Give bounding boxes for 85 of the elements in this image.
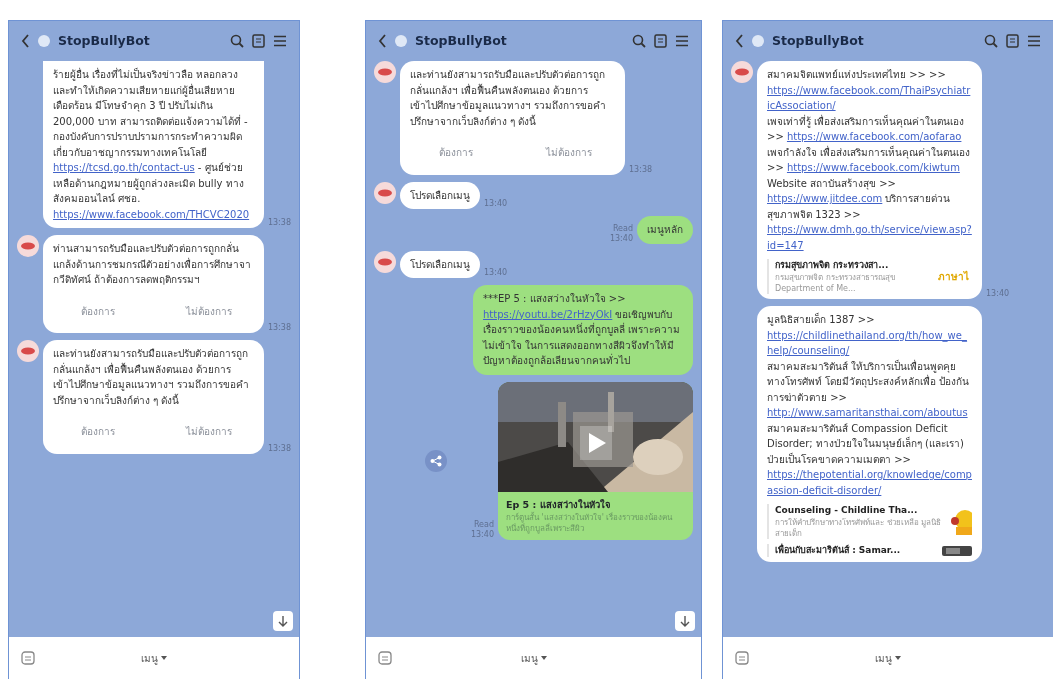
message-time: 13:40 [484,268,508,278]
notes-icon[interactable] [252,34,265,48]
preview-description: การให้คำปรึกษาทางโทรศัพท์และ ช่วยเหลือ มูลนิธิสายเด็ก [775,517,943,539]
search-icon[interactable] [984,34,998,48]
keyboard-icon[interactable] [21,651,35,665]
video-card[interactable]: Ep 5 : แสงสว่างในหัวใจ การ์ตูนสั้น 'แสงสว่างในหัวใจ' เรื่องราวของน้องคนหนึ่งที่ถูกบูลลี่เพราะสีผิว [498,381,693,540]
link[interactable]: https://www.dmh.go.th/service/view.asp?id=147 [767,222,972,253]
preview-thumbnail: ภาษาไ [938,269,970,284]
avatar-icon [38,35,50,47]
message-time: 13:40 [986,289,1010,299]
message-text: ท่านสามารถรับมือและปรับตัวต่อการถูกกลั่นแกล้งด้านการชมกรณีตัวอย่างเพื่อการศึกษาจากวีดิทัศน์ ถ้าต้องการลดพฤติกรรมฯ [52,240,252,287]
avatar-icon [395,35,407,47]
reply-button[interactable]: ต้องการ [400,141,513,165]
caret-icon [540,656,547,660]
reply-button[interactable]: ต้องการ [43,299,154,323]
read-receipt: Read [611,223,633,234]
reply-button[interactable]: ไม่ต้องการ [153,299,264,323]
video-title: Ep 5 : แสงสว่างในหัวใจ [505,497,612,512]
video-description: การ์ตูนสั้น 'แสงสว่างในหัวใจ' เรื่องราวของน้องคนหนึ่งที่ถูกบูลลี่เพราะสีผิว [505,511,674,536]
menu-icon[interactable] [675,35,689,47]
preview-title: เพื่อนกับสะมาริตันส์ : Samar... [775,544,902,557]
keyboard-icon[interactable] [735,651,749,665]
link[interactable]: http://www.samaritansthai.com/aboutus [767,405,968,421]
link[interactable]: https://youtu.be/2rHzyOkI [483,306,613,322]
notes-icon[interactable] [654,34,667,48]
chat-title: StopBullyBot [415,31,508,50]
caret-icon [161,656,167,660]
back-icon[interactable] [735,34,744,48]
link[interactable]: https://www.facebook.com/aofarao [786,129,962,145]
keyboard-icon[interactable] [378,651,392,665]
message-time: 13:38 [267,443,291,454]
caret-icon [895,656,901,660]
link-preview[interactable]: เพื่อนกับสะมาริตันส์ : Samar... [767,544,972,557]
search-icon[interactable] [230,34,244,48]
scroll-down-button[interactable] [675,611,695,631]
link-preview[interactable]: กรมสุขภาพจิต กระทรวงสา... กรมสุขภาพจิต กระทรวงสาธารณสุข Department of Me... ภาษาไ [767,259,972,294]
message-text: มูลนิธิสายเด็ก 1387 >> https://childlinethailand.org/th/how_we_help/counseling/ สมาคมสะมาริตันส์ ให้บริการเป็นเพื่อนพูดคุยทางโทรศัพท์ โดยมีวัตถุประสงค์หลักเพื่อ ป้องกันการฆ่าตัวตาย >> http://www.samaritansthai.com/aboutus สมาคมสะมาริตันส์ Compassion Deficit Disorder; ทางป่วยใจในมนุษย์เล็กๆ (และเรา) ป่วยเป็นโรคขาดความเมตตา >> https://thepotential.org/knowledge/compassion-deficit-disorder/ [766,311,973,500]
message-text: สมาคมจิตแพทย์แห่งประเทศไทย >> >> https://www.facebook.com/ThaiPsychiatricAssociation/ เพจเท่าที่รู้ เพื่อส่งเสริมการเห็นคุณค่าในตนเอง >> https://www.facebook.com/aofarao เพจกำลังใจ เพื่อส่งเสริมการเห็นคุณค่าในตนเอง >> https://www.facebook.com/kiwtum Website สถาบันสร้างสุข >> https://www.jitdee.com บริการสายด่วนสุขภาพจิต 1323 >> https://www.dmh.go.th/service/view.asp?id=147 [766,68,973,255]
read-receipt: Read [472,519,494,530]
message-text: และท่านยังสามารถรับมือและปรับตัวต่อการถูกกลั่นแกล้งฯ เพื่อฟื้นคืนพลังตนเอง ด้วยการเข้าไปศึกษาข้อมูลแนวทางฯ รวมถึงการขอคำปรึกษาจากเว็บลิงก์ต่าง ๆ ดังนี้ [409,68,608,129]
message-time: 13:38 [629,164,653,175]
link[interactable]: https://childlinethailand.org/th/how_we_help/counseling/ [767,327,972,359]
play-icon[interactable] [580,425,612,460]
chat-title: StopBullyBot [772,31,865,50]
message-text: ร้ายผู้อื่น เรื่องที่ไม่เป็นจริงข่าวลือ หลอกลวง และทำให้เกิดความเสียหายแก่ผู้อื่นเสียหาย เดือดร้อน มีโทษจำคุก 3 ปี ปรับไม่เกิน 200,000 บาท สามารถติดต่อแจ้งความได้ที่ - กองบังคับการปราบปรามการกระทำความผิด เกี่ยวกับอาชญากรรมทางเทคโนโลยี https://tcsd.go.th/contact-us - ศูนย์ช่วยเหลือด้านกฎหมายผู้ถูกล่วงละเมิด bully ทางสังคมออนไลน์ ศชอ. https://www.facebook.com/THCVC2020 [52,66,251,224]
back-icon[interactable] [378,34,387,48]
message-text: โปรดเลือกเมนู [409,188,471,204]
link[interactable]: https://www.facebook.com/THCVC2020 [53,206,250,222]
menu-toggle[interactable]: เมนู [514,649,553,667]
reply-button[interactable]: ต้องการ [43,420,154,444]
preview-title: Counseling - Childline Tha... [775,504,919,517]
search-icon[interactable] [632,34,646,48]
message-time: 13:40 [470,529,494,540]
mascot-icon [950,508,972,535]
chat-title: StopBullyBot [58,31,151,50]
preview-description: กรมสุขภาพจิต กระทรวงสาธารณสุข Department of Me... [775,272,896,294]
menu-icon[interactable] [1027,35,1041,47]
message-text: และท่านยังสามารถรับมือและปรับตัวต่อการถูกกลั่นแกล้งฯ เพื่อฟื้นคืนพลังตนเอง ด้วยการเข้าไปศึกษาข้อมูลแนวทางฯ รวมถึงการขอคำปรึกษาจากเว็บลิงก์ต่าง ๆ ดังนี้ [52,347,251,408]
link[interactable]: https://www.facebook.com/ThaiPsychiatricAssociation/ [767,82,972,114]
message-text: เมนูหลัก [646,223,684,238]
menu-toggle[interactable]: เมนู [869,649,907,667]
share-icon [429,454,442,467]
share-button[interactable] [424,449,447,472]
link[interactable]: https://www.facebook.com/kiwtum [786,160,960,176]
preview-title: กรมสุขภาพจิต กระทรวงสา... [775,259,890,272]
message-time: 13:38 [267,218,291,228]
link[interactable]: https://tcsd.go.th/contact-us [53,160,195,176]
menu-icon[interactable] [273,35,287,47]
message-text: โปรดเลือกเมนู [409,257,471,273]
message-time: 13:40 [484,199,508,209]
notes-icon[interactable] [1006,34,1019,48]
link[interactable]: https://thepotential.org/knowledge/compassion-deficit-disorder/ [767,467,972,498]
arrow-down-icon [680,615,690,627]
menu-toggle[interactable]: เมนู [135,649,173,667]
link-preview[interactable]: Counseling - Childline Tha... การให้คำปรึกษาทางโทรศัพท์และ ช่วยเหลือ มูลนิธิสายเด็ก [767,504,972,539]
link[interactable]: https://www.jitdee.com [767,191,883,207]
avatar-icon [752,35,764,47]
message-text: ***EP 5 : แสงสว่างในหัวใจ >> https://youtu.be/2rHzyOkI ขอเชิญพบกับเรื่องราวของน้องคนหนึ่งที่ถูกบูลลี่ เพราะความไม่เข้าใจ ในการแสดงออกทางสีผิวจึงทำให้มีปัญหาต้องถูกล้อเลียนจากคนทั่วไป [481,292,682,369]
message-time: 13:40 [609,233,633,244]
reply-button[interactable]: ไม่ต้องการ [153,420,264,444]
scroll-down-button[interactable] [273,611,293,631]
arrow-down-icon [278,615,288,627]
reply-button[interactable]: ไม่ต้องการ [512,141,625,165]
back-icon[interactable] [21,34,30,48]
message-time: 13:38 [267,323,291,333]
